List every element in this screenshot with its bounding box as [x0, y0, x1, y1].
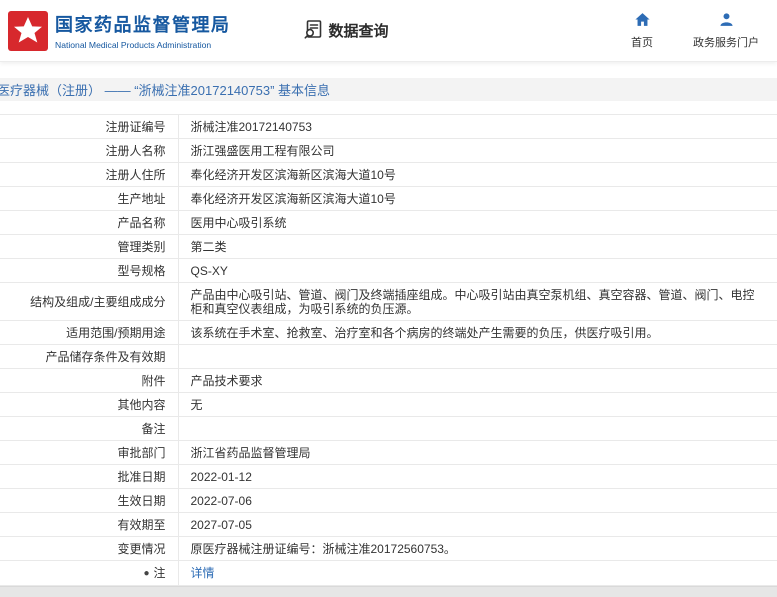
row-value: 第二类	[178, 234, 777, 259]
row-label: 生产地址	[0, 186, 179, 211]
row-value: 产品由中心吸引站、管道、阀门及终端插座组成。中心吸引站由真空泵机组、真空容器、管…	[178, 282, 777, 321]
data-query-icon	[303, 19, 323, 43]
row-label: 有效期至	[0, 512, 179, 537]
row-value: 原医疗器械注册证编号：浙械注准20172560753。	[178, 536, 777, 561]
table-row: 注册人住所 奉化经济开发区滨海新区滨海大道10号	[0, 162, 777, 187]
table-row: 注册人名称 浙江强盛医用工程有限公司	[0, 138, 777, 163]
row-label-text: 结构及组成/主要组成成分	[30, 294, 166, 309]
row-label: 产品名称	[0, 210, 179, 235]
row-label: 适用范围/预期用途	[0, 320, 179, 345]
row-label-text: 备注	[141, 421, 166, 436]
info-table: 注册证编号 浙械注准20172140753 注册人名称 浙江强盛医用工程有限公司 注册人…	[0, 114, 777, 586]
row-value: 奉化经济开发区滨海新区滨海大道10号	[178, 186, 777, 211]
row-value: 浙江强盛医用工程有限公司	[178, 138, 777, 163]
nav-home[interactable]: 首页	[631, 11, 653, 50]
section-title: 数据查询	[328, 23, 389, 40]
row-value: 2022-07-06	[178, 488, 777, 513]
table-row: 生产地址 奉化经济开发区滨海新区滨海大道10号	[0, 186, 777, 211]
table-row: 有效期至 2027-07-05	[0, 512, 777, 537]
header-nav: 首页 政务服务门户	[631, 11, 759, 50]
row-label: 备注	[0, 416, 179, 441]
page-title-text: 医疗器械（注册） —— “浙械注准20172140753” 基本信息	[0, 83, 331, 98]
table-row: 附件 产品技术要求	[0, 368, 777, 393]
table-row: 注册证编号 浙械注准20172140753	[0, 114, 777, 139]
table-row: 适用范围/预期用途 该系统在手术室、抢救室、治疗室和各个病房的终端处产生需要的负压…	[0, 320, 777, 345]
row-value: 浙械注准20172140753	[178, 114, 777, 139]
row-label-text: 注册人住所	[105, 167, 166, 182]
megaphone-icon: ●	[143, 567, 150, 579]
row-value: 医用中心吸引系统	[178, 210, 777, 235]
row-label-text: 产品储存条件及有效期	[45, 349, 166, 364]
table-row: 结构及组成/主要组成成分 产品由中心吸引站、管道、阀门及终端插座组成。中心吸引站由…	[0, 282, 777, 321]
home-icon	[634, 11, 651, 31]
row-label-text: 注册证编号	[105, 119, 166, 134]
row-value: 浙江省药品监督管理局	[178, 440, 777, 465]
info-table-body: 注册证编号 浙械注准20172140753 注册人名称 浙江强盛医用工程有限公司 注册人…	[0, 114, 777, 586]
section-header: 数据查询	[303, 19, 389, 43]
row-label: 产品储存条件及有效期	[0, 344, 179, 369]
logo-text: 国家药品监督管理局 National Medical Products Admi…	[55, 11, 231, 50]
row-label-text: 生效日期	[117, 493, 166, 508]
row-label-text: 附件	[141, 373, 166, 388]
row-label-text: 适用范围/预期用途	[66, 325, 166, 340]
row-label: 其他内容	[0, 392, 179, 417]
row-label: 注册人名称	[0, 138, 179, 163]
table-row: ● 注详情	[0, 560, 777, 586]
row-label: 管理类别	[0, 234, 179, 259]
row-label-text: 有效期至	[117, 517, 166, 532]
row-value: 2022-01-12	[178, 464, 777, 489]
nav-portal[interactable]: 政务服务门户	[693, 11, 759, 50]
row-label: 型号规格	[0, 258, 179, 283]
row-value: QS-XY	[178, 258, 777, 283]
row-label-text: 产品名称	[117, 215, 166, 230]
nav-portal-label: 政务服务门户	[693, 37, 759, 49]
row-label: 附件	[0, 368, 179, 393]
row-label-text: 注册人名称	[105, 143, 166, 158]
table-row: 产品名称 医用中心吸引系统	[0, 210, 777, 235]
table-row: 生效日期 2022-07-06	[0, 488, 777, 513]
row-label: 注册人住所	[0, 162, 179, 187]
table-row: 管理类别 第二类	[0, 234, 777, 259]
row-label-text: 注	[153, 565, 166, 580]
table-row: 变更情况 原医疗器械注册证编号：浙械注准20172560753。	[0, 536, 777, 561]
table-row: 其他内容无	[0, 392, 777, 417]
row-label-text: 审批部门	[117, 445, 166, 460]
user-icon	[718, 11, 735, 31]
page-title-bar: 医疗器械（注册） —— “浙械注准20172140753” 基本信息	[0, 78, 777, 101]
row-label-text: 管理类别	[117, 239, 166, 254]
table-row: 型号规格 QS-XY	[0, 258, 777, 283]
table-row: 审批部门 浙江省药品监督管理局	[0, 440, 777, 465]
row-value: 2027-07-05	[178, 512, 777, 537]
row-value	[178, 344, 777, 369]
row-label-text: 其他内容	[117, 397, 166, 412]
row-value	[178, 416, 777, 441]
row-label: 审批部门	[0, 440, 179, 465]
nmpa-logo[interactable]: 国家药品监督管理局 National Medical Products Admi…	[8, 10, 231, 51]
row-value: 详情	[178, 560, 777, 586]
row-label: 批准日期	[0, 464, 179, 489]
row-label-text: 型号规格	[117, 263, 166, 278]
row-label: 生效日期	[0, 488, 179, 513]
row-value: 无	[178, 392, 777, 417]
table-row: 批准日期 2022-01-12	[0, 464, 777, 489]
row-label: ● 注	[0, 560, 179, 586]
logo-title: 国家药品监督管理局	[55, 15, 231, 35]
row-label-text: 生产地址	[117, 191, 166, 206]
table-row: 备注	[0, 416, 777, 441]
row-label: 结构及组成/主要组成成分	[0, 282, 179, 321]
detail-link[interactable]: 详情	[191, 566, 215, 580]
row-label-text: 变更情况	[117, 541, 166, 556]
row-value: 奉化经济开发区滨海新区滨海大道10号	[178, 162, 777, 187]
row-label-text: 批准日期	[117, 469, 166, 484]
row-label: 注册证编号	[0, 114, 179, 139]
nav-home-label: 首页	[631, 37, 653, 49]
footer-strip	[0, 586, 777, 597]
logo-subtitle: National Medical Products Administration	[55, 40, 212, 50]
nmpa-seal-icon	[8, 10, 48, 51]
header: 国家药品监督管理局 National Medical Products Admi…	[0, 0, 777, 62]
row-value: 产品技术要求	[178, 368, 777, 393]
table-row: 产品储存条件及有效期	[0, 344, 777, 369]
row-label: 变更情况	[0, 536, 179, 561]
row-value: 该系统在手术室、抢救室、治疗室和各个病房的终端处产生需要的负压，供医疗吸引用。	[178, 320, 777, 345]
